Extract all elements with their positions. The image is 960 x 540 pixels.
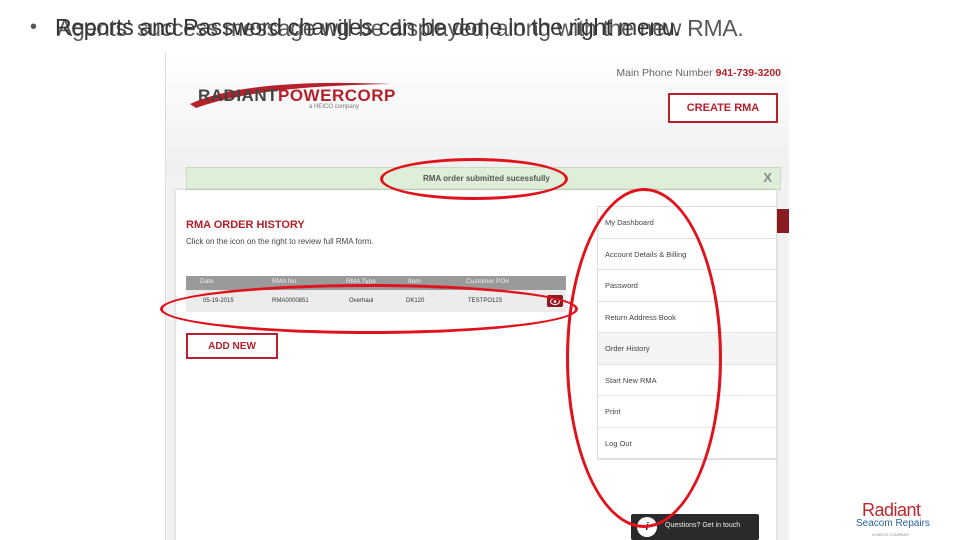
menu-item-label: Print bbox=[605, 407, 621, 416]
column-header-item: Item bbox=[408, 278, 421, 285]
brand-line-2: Seacom Repairs bbox=[856, 518, 930, 529]
menu-item-password[interactable]: Password bbox=[598, 270, 776, 302]
success-banner: RMA order submitted sucessfully X bbox=[186, 167, 781, 190]
account-menu: My Dashboard Account Details & Billing P… bbox=[597, 206, 777, 460]
logo-tagline: a HEICO company bbox=[309, 104, 360, 110]
column-header-date: Date bbox=[200, 278, 214, 285]
menu-item-log-out[interactable]: Log Out bbox=[598, 428, 776, 459]
menu-item-return-address-book[interactable]: Return Address Book bbox=[598, 302, 776, 333]
table-row[interactable]: 05-19-2015 RMA0000851 Overhaul DK120 TES… bbox=[186, 290, 566, 312]
menu-item-print[interactable]: Print bbox=[598, 396, 776, 428]
history-title: RMA ORDER HISTORY bbox=[186, 219, 305, 231]
brand-line-3: A HEICO COMPANY bbox=[872, 532, 910, 537]
portal-header: RADIANTPOWERCORP a HEICO company Main Ph… bbox=[166, 53, 789, 178]
table-header: Date RMA No. RMA Type Item Customer PO# bbox=[186, 276, 566, 290]
menu-item-label: Account Details & Billing bbox=[605, 249, 687, 259]
slide-bullet: • bbox=[30, 16, 38, 38]
menu-item-label: Return Address Book bbox=[605, 312, 676, 322]
menu-item-label: Log Out bbox=[605, 438, 632, 448]
cell-item: DK120 bbox=[406, 298, 425, 304]
cell-date: 05-19-2015 bbox=[203, 298, 234, 304]
success-message: RMA order submitted sucessfully bbox=[423, 174, 550, 183]
close-icon[interactable]: X bbox=[763, 170, 772, 185]
eye-icon bbox=[550, 297, 560, 305]
menu-item-dashboard[interactable]: My Dashboard bbox=[598, 207, 776, 239]
column-header-customer-po: Customer PO# bbox=[466, 278, 509, 285]
logo-text-dark: RADIANT bbox=[198, 86, 278, 105]
menu-item-start-new-rma[interactable]: Start New RMA bbox=[598, 365, 776, 396]
account-panel: RMA ORDER HISTORY Click on the icon on t… bbox=[176, 190, 777, 540]
main-phone: Main Phone Number 941-739-3200 bbox=[616, 67, 781, 79]
info-icon: i bbox=[637, 517, 657, 537]
column-header-rma-type: RMA Type bbox=[346, 278, 376, 285]
menu-item-label: Order History bbox=[605, 344, 650, 353]
menu-item-order-history[interactable]: Order History bbox=[598, 333, 776, 365]
history-subtitle: Click on the icon on the right to review… bbox=[186, 237, 374, 246]
create-rma-button[interactable]: CREATE RMA bbox=[668, 93, 778, 123]
cell-rma-type: Overhaul bbox=[349, 298, 374, 304]
questions-help-button[interactable]: i Questions? Get in touch bbox=[631, 514, 759, 540]
company-logo[interactable]: RADIANTPOWERCORP bbox=[198, 86, 396, 106]
logo-text-red: POWERCORP bbox=[278, 86, 396, 105]
phone-label: Main Phone Number bbox=[616, 67, 713, 79]
menu-item-label: Password bbox=[605, 281, 638, 290]
cell-customer-po: TESTPO123 bbox=[468, 298, 503, 304]
portal-screenshot: RADIANTPOWERCORP a HEICO company Main Ph… bbox=[165, 53, 789, 540]
menu-item-label: Start New RMA bbox=[605, 375, 657, 385]
phone-number[interactable]: 941-739-3200 bbox=[716, 67, 781, 79]
add-new-button[interactable]: ADD NEW bbox=[186, 333, 278, 359]
menu-item-label: My Dashboard bbox=[605, 218, 654, 227]
rma-history-table: Date RMA No. RMA Type Item Customer PO# … bbox=[186, 276, 566, 312]
radiant-seacom-logo: Radiant Seacom Repairs A HEICO COMPANY bbox=[848, 500, 948, 540]
slide-text-line-b: Agents' success message will be displaye… bbox=[57, 15, 744, 41]
column-header-rma-no: RMA No. bbox=[272, 278, 299, 285]
cell-rma-no: RMA0000851 bbox=[272, 298, 309, 304]
view-rma-button[interactable] bbox=[547, 295, 563, 307]
menu-item-account-details[interactable]: Account Details & Billing bbox=[598, 239, 776, 270]
help-text: Questions? Get in touch bbox=[665, 522, 741, 529]
